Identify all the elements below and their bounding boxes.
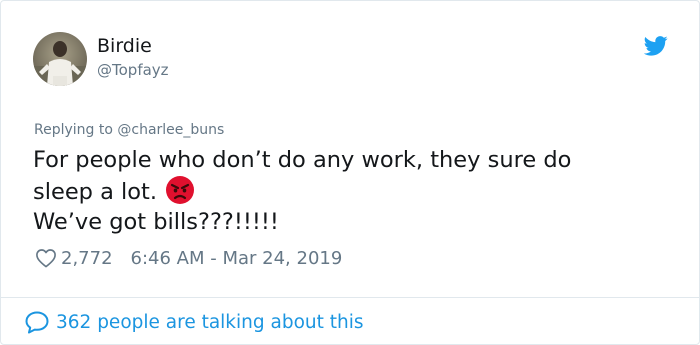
divider <box>1 297 699 298</box>
angry-face-emoji <box>166 176 195 204</box>
tweet-meta: 2,772 6:46 AM - Mar 24, 2019 <box>35 246 342 270</box>
reply-context[interactable]: Replying to @charlee_buns <box>34 122 224 139</box>
tweet-text-segment: sleep a lot. <box>33 179 158 205</box>
conversation-count: 362 people are talking about this <box>56 311 364 333</box>
twitter-bird-icon[interactable] <box>644 36 668 56</box>
tweet-text: For people who don’t do any work, they s… <box>33 145 571 237</box>
speech-bubble-icon <box>25 311 49 334</box>
tweet-text-line: We’ve got bills???!!!!! <box>33 209 279 235</box>
tweet-text-line: For people who don’t do any work, they s… <box>33 147 572 173</box>
tweet-card: Birdie @Topfayz Replying to @charlee_bun… <box>0 0 700 345</box>
display-name[interactable]: Birdie <box>97 35 152 57</box>
timestamp[interactable]: 6:46 AM - Mar 24, 2019 <box>131 248 343 269</box>
handle[interactable]: @Topfayz <box>97 61 169 79</box>
conversation-link[interactable]: 362 people are talking about this <box>24 308 364 336</box>
avatar[interactable] <box>33 32 87 86</box>
like-count[interactable]: 2,772 <box>61 248 113 269</box>
tweet-text-line: sleep a lot. <box>33 175 571 207</box>
heart-icon[interactable] <box>35 248 57 268</box>
avatar-photo <box>33 32 87 86</box>
